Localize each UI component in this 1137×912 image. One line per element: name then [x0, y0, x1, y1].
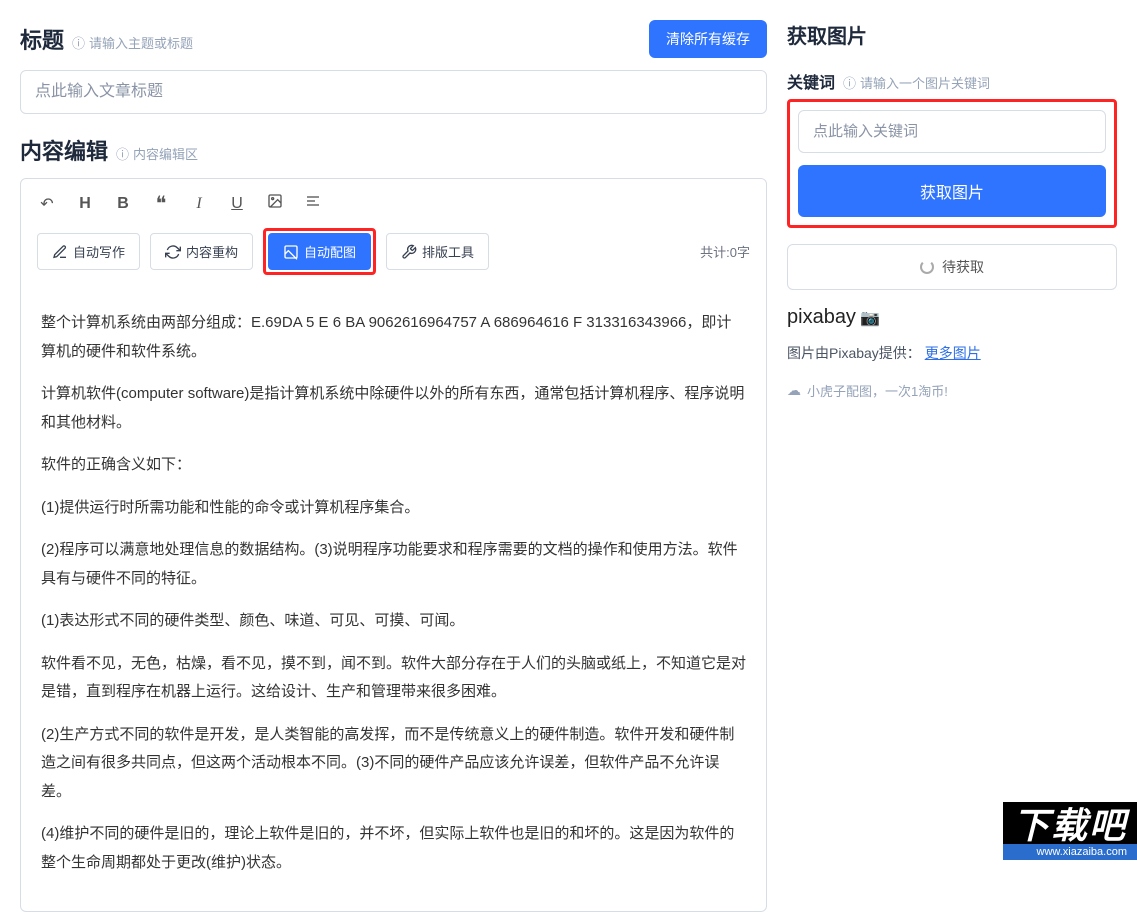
editor-section-header: 内容编辑 内容编辑区: [20, 134, 767, 166]
paragraph: 计算机软件(computer software)是指计算机系统中除硬件以外的所有…: [41, 380, 746, 437]
auto-write-label: 自动写作: [73, 242, 125, 261]
image-panel-title: 获取图片: [787, 20, 1117, 49]
formatting-toolbar: ↶ H B ❝ I U: [21, 179, 766, 228]
camera-icon: 📷: [860, 308, 880, 328]
auto-write-button[interactable]: 自动写作: [37, 233, 140, 270]
word-count: 共计:0字: [700, 242, 750, 261]
underline-icon[interactable]: U: [227, 195, 247, 213]
main-column: 标题 请输入主题或标题 清除所有缓存 内容编辑 内容编辑区 ↶ H B ❝ I …: [20, 20, 767, 912]
align-left-icon[interactable]: [303, 193, 323, 214]
image-credit: 图片由Pixabay提供： 更多图片: [787, 343, 1117, 363]
watermark-text: 下载吧: [1003, 808, 1137, 844]
clear-cache-button[interactable]: 清除所有缓存: [649, 20, 767, 58]
paragraph: 软件的正确含义如下：: [41, 451, 746, 480]
watermark-url: www.xiazaiba.com: [1003, 844, 1137, 860]
keyword-hint: 请输入一个图片关键词: [843, 73, 990, 92]
paragraph: 软件看不见，无色，枯燥，看不见，摸不到，闻不到。软件大部分存在于人们的头脑或纸上…: [41, 650, 746, 707]
italic-icon[interactable]: I: [189, 195, 209, 213]
keyword-label: 关键词: [787, 69, 835, 93]
keyword-input[interactable]: [798, 110, 1106, 153]
layout-tool-button[interactable]: 排版工具: [386, 233, 489, 270]
site-watermark: 下载吧 www.xiazaiba.com: [1003, 802, 1137, 860]
image-sidebar: 获取图片 关键词 请输入一个图片关键词 获取图片 待获取 pixabay 📷 图…: [787, 20, 1117, 912]
paragraph: 整个计算机系统由两部分组成：E.69DA 5 E 6 BA 9062616964…: [41, 309, 746, 366]
heading-icon[interactable]: H: [75, 195, 95, 213]
paragraph: (4)维护不同的硬件是旧的，理论上软件是旧的，并不坏，但实际上软件也是旧的和坏的…: [41, 820, 746, 877]
auto-image-highlight: 自动配图: [263, 228, 376, 275]
sidebar-footer-note: ☁ 小虎子配图，一次1淘币!: [787, 381, 1117, 400]
content-rebuild-label: 内容重构: [186, 242, 238, 261]
layout-tool-label: 排版工具: [422, 242, 474, 261]
auto-image-button[interactable]: 自动配图: [268, 233, 371, 270]
waiting-status: 待获取: [787, 244, 1117, 290]
content-area[interactable]: 整个计算机系统由两部分组成：E.69DA 5 E 6 BA 9062616964…: [21, 289, 766, 911]
fetch-image-button[interactable]: 获取图片: [798, 165, 1106, 217]
editor-box: ↶ H B ❝ I U 自动写作: [20, 178, 767, 912]
content-rebuild-button[interactable]: 内容重构: [150, 233, 253, 270]
paragraph: (1)表达形式不同的硬件类型、颜色、味道、可见、可摸、可闻。: [41, 607, 746, 636]
spinner-icon: [920, 260, 934, 274]
quote-icon[interactable]: ❝: [151, 191, 171, 216]
paragraph: (2)程序可以满意地处理信息的数据结构。(3)说明程序功能要求和程序需要的文档的…: [41, 536, 746, 593]
keyword-highlight-box: 获取图片: [787, 99, 1117, 228]
undo-icon[interactable]: ↶: [37, 194, 57, 214]
waiting-label: 待获取: [942, 257, 984, 277]
editor-hint: 内容编辑区: [116, 144, 198, 163]
title-label: 标题: [20, 23, 64, 55]
editor-label: 内容编辑: [20, 134, 108, 166]
more-images-link[interactable]: 更多图片: [925, 345, 981, 361]
bold-icon[interactable]: B: [113, 195, 133, 213]
paragraph: (1)提供运行时所需功能和性能的命令或计算机程序集合。: [41, 494, 746, 523]
article-title-input[interactable]: [20, 70, 767, 114]
title-hint: 请输入主题或标题: [72, 33, 193, 52]
cloud-icon: ☁: [787, 382, 801, 399]
image-icon[interactable]: [265, 193, 285, 214]
title-section-header: 标题 请输入主题或标题 清除所有缓存: [20, 20, 767, 58]
pixabay-logo: pixabay 📷: [787, 306, 1117, 329]
auto-image-label: 自动配图: [304, 242, 356, 261]
paragraph: (2)生产方式不同的软件是开发，是人类智能的高发挥，而不是传统意义上的硬件制造。…: [41, 721, 746, 807]
action-toolbar: 自动写作 内容重构 自动配图 排版工具: [21, 228, 766, 289]
